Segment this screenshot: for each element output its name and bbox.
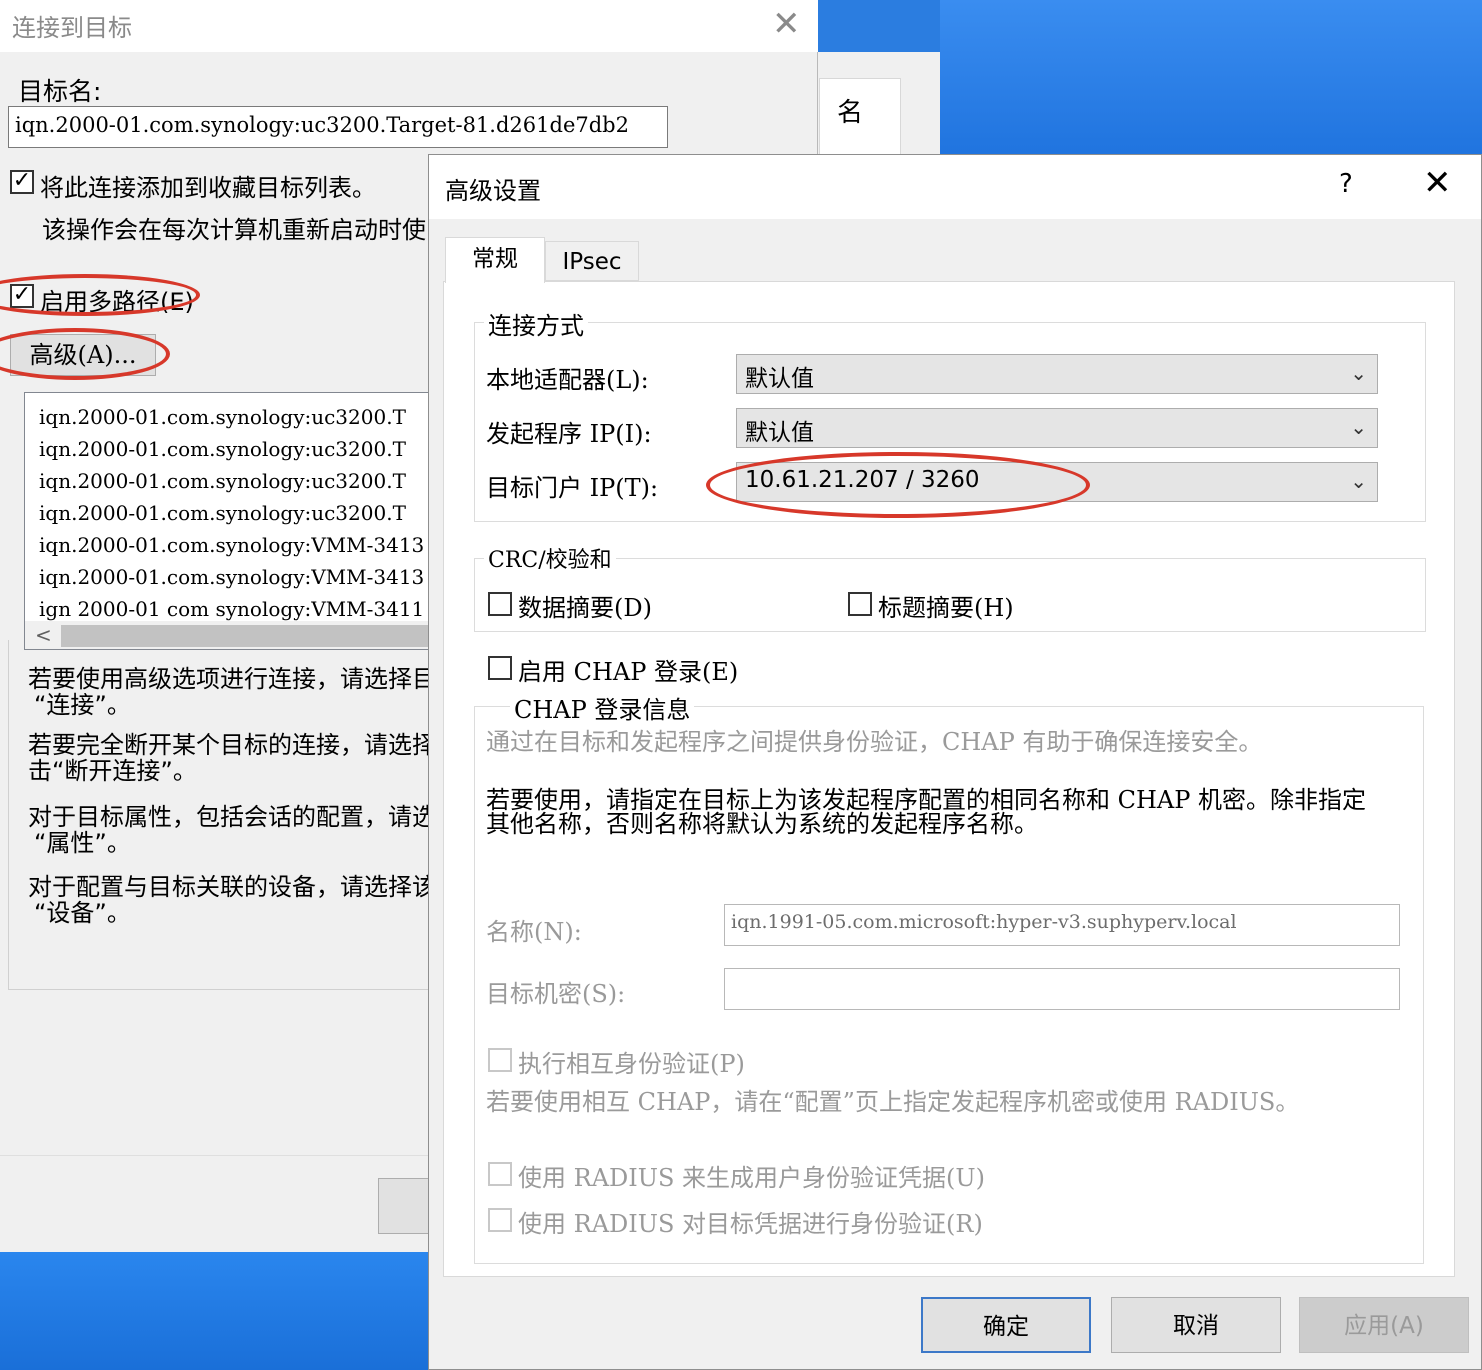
initiator-ip-label: 发起程序 IP(I): — [486, 420, 652, 448]
group-title: CRC/校验和 — [484, 542, 616, 574]
scroll-left-icon[interactable]: < — [35, 623, 52, 647]
ok-button[interactable]: 确定 — [921, 1297, 1091, 1353]
apply-button[interactable]: 应用(A) — [1299, 1297, 1469, 1353]
target-portal-label: 目标门户 IP(T): — [486, 474, 659, 502]
title-bar: 高级设置 ? ✕ — [429, 155, 1481, 219]
help-text: 对于配置与目标关联的设备，请选择该 — [28, 873, 436, 901]
general-tab-panel: 连接方式 本地适配器(L): 默认值 ⌄ 发起程序 IP(I): 默认值 ⌄ 目… — [443, 281, 1455, 1277]
selected-value: 默认值 — [745, 420, 814, 446]
group-title: 连接方式 — [484, 306, 588, 341]
target-name-field[interactable]: iqn.2000-01.com.synology:uc3200.Target-8… — [8, 106, 668, 148]
chevron-down-icon: ⌄ — [1350, 469, 1367, 493]
mutual-auth-description: 若要使用相互 CHAP，请在“配置”页上指定发起程序机密或使用 RADIUS。 — [486, 1088, 1300, 1116]
annotation-ring — [706, 452, 1090, 518]
help-text: 若要完全断开某个目标的连接，请选择 — [28, 731, 436, 759]
title-bar: 连接到目标 ✕ — [0, 0, 818, 52]
enable-chap-checkbox[interactable] — [488, 656, 512, 680]
chevron-down-icon: ⌄ — [1350, 361, 1367, 385]
close-icon[interactable]: ✕ — [1423, 163, 1452, 203]
favorite-checkbox-label: 将此连接添加到收藏目标列表。 — [40, 174, 376, 202]
enable-chap-label: 启用 CHAP 登录(E) — [518, 658, 739, 686]
chap-note-line2: 其他名称，否则名称将默认为系统的发起程序名称。 — [486, 810, 1038, 838]
list-item[interactable]: ign 2000-01 com synology:VMM-3411 — [39, 597, 424, 621]
desktop-background — [0, 1252, 440, 1370]
desktop-background — [940, 0, 1482, 160]
dialog-title: 高级设置 — [445, 177, 541, 205]
help-text: “属性”。 — [34, 829, 131, 857]
chap-name-field[interactable]: iqn.1991-05.com.microsoft:hyper-v3.suphy… — [724, 904, 1400, 946]
radius-auth-checkbox[interactable] — [488, 1208, 512, 1232]
chap-note-line1: 若要使用，请指定在目标上为该发起程序配置的相同名称和 CHAP 机密。除非指定 — [486, 786, 1367, 814]
secret-label: 目标机密(S): — [486, 980, 626, 1008]
background-window: 名 — [816, 52, 940, 160]
close-icon[interactable]: ✕ — [772, 4, 801, 44]
help-text: “连接”。 — [34, 691, 131, 719]
local-adapter-select[interactable]: 默认值 ⌄ — [736, 354, 1378, 394]
header-digest-label: 标题摘要(H) — [878, 594, 1014, 622]
tab-ipsec[interactable]: IPsec — [545, 241, 639, 281]
dialog-title: 连接到目标 — [12, 14, 132, 42]
chap-description: 通过在目标和发起程序之间提供身份验证，CHAP 有助于确保连接安全。 — [486, 728, 1263, 756]
list-item[interactable]: iqn.2000-01.com.synology:uc3200.T — [39, 501, 406, 525]
data-digest-label: 数据摘要(D) — [518, 594, 652, 622]
mutual-auth-label: 执行相互身份验证(P) — [518, 1050, 745, 1078]
name-label: 名称(N): — [486, 918, 582, 946]
radius-generate-label: 使用 RADIUS 来生成用户身份验证凭据(U) — [518, 1164, 986, 1192]
tab-general[interactable]: 常规 — [445, 237, 545, 283]
radius-auth-label: 使用 RADIUS 对目标凭据进行身份验证(R) — [518, 1210, 983, 1238]
advanced-settings-dialog: 高级设置 ? ✕ 常规 IPsec 连接方式 本地适配器(L): 默认值 ⌄ 发… — [428, 154, 1482, 1370]
data-digest-checkbox[interactable] — [488, 592, 512, 616]
favorite-description: 该操作会在每次计算机重新启动时使 — [42, 216, 426, 244]
help-icon[interactable]: ? — [1339, 169, 1353, 199]
help-text: 对于目标属性，包括会话的配置，请选 — [28, 803, 436, 831]
list-item[interactable]: iqn.2000-01.com.synology:uc3200.T — [39, 469, 406, 493]
header-digest-checkbox[interactable] — [848, 592, 872, 616]
chevron-down-icon: ⌄ — [1350, 415, 1367, 439]
mutual-auth-checkbox[interactable] — [488, 1048, 512, 1072]
horizontal-scrollbar[interactable]: < — [25, 621, 443, 649]
favorite-checkbox[interactable]: ✓ — [10, 170, 34, 194]
list-item[interactable]: iqn.2000-01.com.synology:VMM-3413 — [39, 533, 424, 557]
help-text: “设备”。 — [34, 899, 131, 927]
list-item[interactable]: iqn.2000-01.com.synology:uc3200.T — [39, 405, 406, 429]
group-title: CHAP 登录信息 — [510, 690, 695, 725]
target-list[interactable]: iqn.2000-01.com.synology:uc3200.T iqn.20… — [24, 392, 444, 650]
help-text: 击“断开连接”。 — [28, 757, 197, 785]
background-window-label: 名 — [837, 98, 864, 128]
list-item[interactable]: iqn.2000-01.com.synology:VMM-3413 — [39, 565, 424, 589]
cancel-button[interactable]: 取消 — [1111, 1297, 1281, 1353]
scrollbar-thumb[interactable] — [61, 625, 443, 647]
help-text: 若要使用高级选项进行连接，请选择目 — [28, 665, 436, 693]
target-secret-field[interactable] — [724, 968, 1400, 1010]
local-adapter-label: 本地适配器(L): — [486, 366, 649, 394]
radius-generate-checkbox[interactable] — [488, 1162, 512, 1186]
target-name-label: 目标名: — [18, 77, 102, 106]
list-item[interactable]: iqn.2000-01.com.synology:uc3200.T — [39, 437, 406, 461]
selected-value: 默认值 — [745, 366, 814, 392]
initiator-ip-select[interactable]: 默认值 ⌄ — [736, 408, 1378, 448]
